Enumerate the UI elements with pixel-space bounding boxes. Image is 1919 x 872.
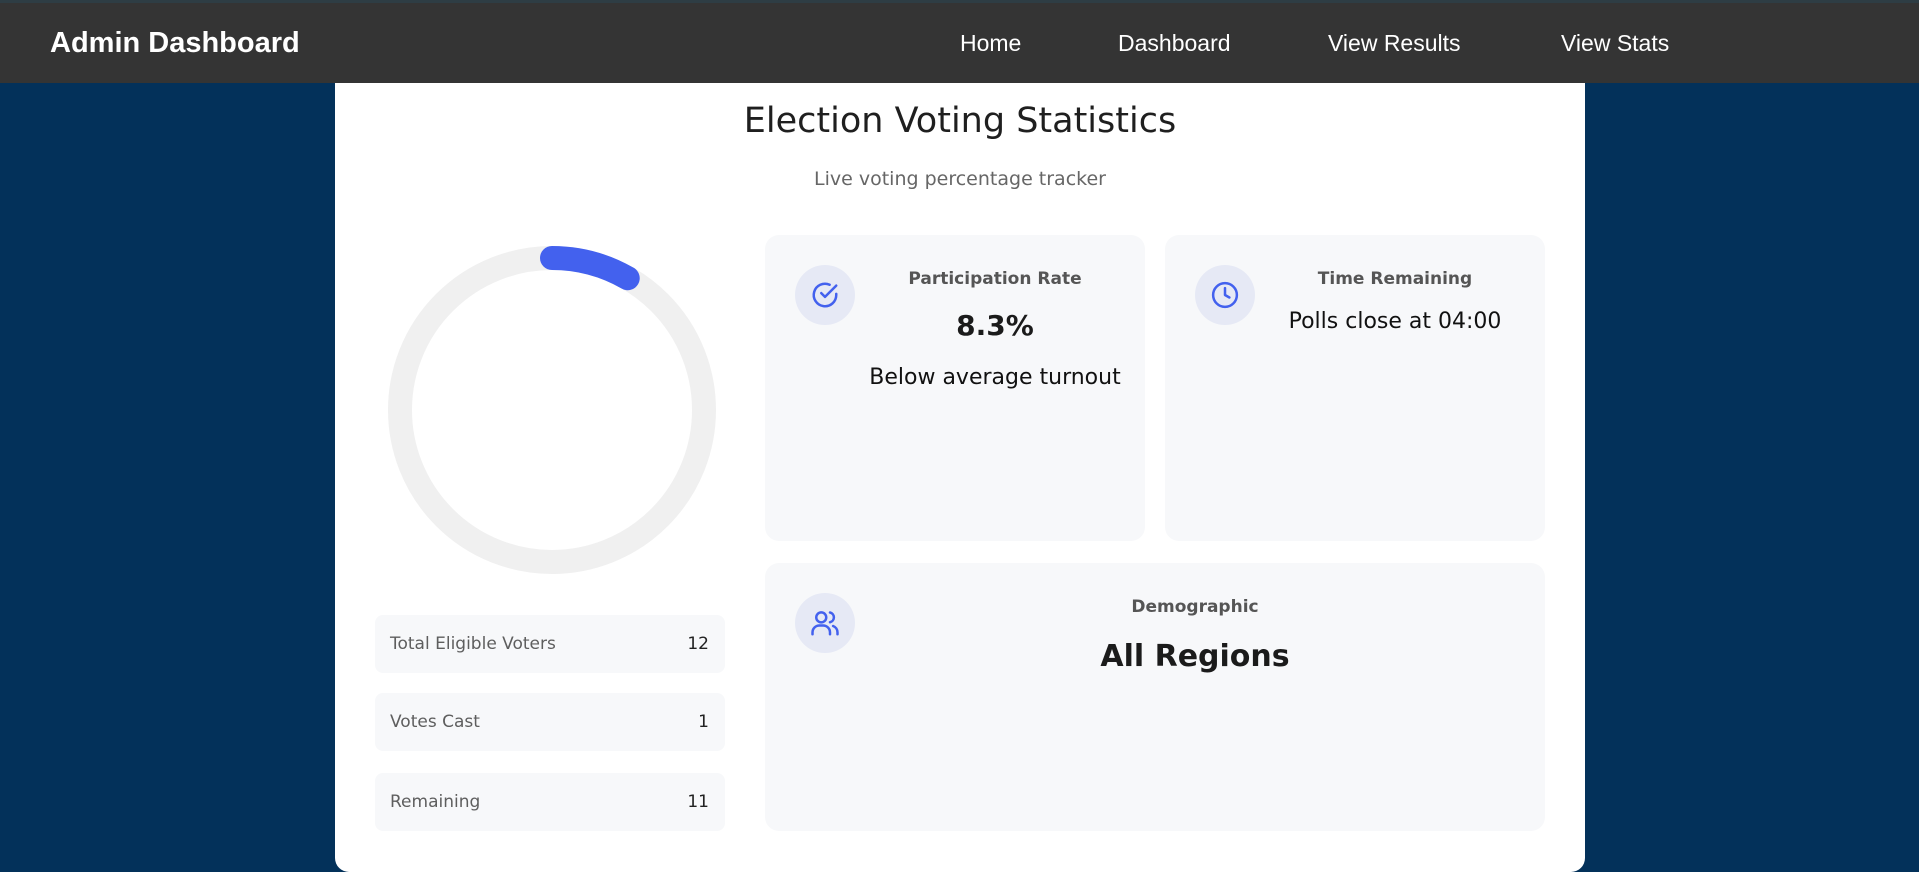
demographic-card: Demographic All Regions	[765, 563, 1545, 831]
participation-gauge	[388, 246, 716, 574]
brand-title: Admin Dashboard	[50, 27, 300, 59]
card-label: Participation Rate	[908, 269, 1082, 289]
participation-value: 8.3%	[956, 309, 1034, 342]
stat-remaining: Remaining 11	[375, 773, 725, 831]
stat-value: 12	[687, 634, 709, 654]
participation-note: Below average turnout	[869, 365, 1121, 390]
navbar: Admin Dashboard Home Dashboard View Resu…	[0, 3, 1919, 83]
time-remaining-card: Time Remaining Polls close at 04:00	[1165, 235, 1545, 541]
stat-votes-cast: Votes Cast 1	[375, 693, 725, 751]
main-panel: Election Voting Statistics Live voting p…	[335, 83, 1585, 872]
card-label: Time Remaining	[1317, 269, 1473, 289]
stat-label: Total Eligible Voters	[390, 634, 556, 654]
demographic-value: All Regions	[1100, 639, 1290, 674]
stat-value: 1	[698, 712, 709, 732]
nav-home-link[interactable]: Home	[960, 3, 1021, 83]
page-subtitle: Live voting percentage tracker	[814, 168, 1106, 190]
stat-label: Remaining	[390, 792, 481, 812]
nav-dashboard-link[interactable]: Dashboard	[1118, 3, 1231, 83]
nav-view-stats-link[interactable]: View Stats	[1561, 3, 1669, 83]
stat-total-eligible-voters: Total Eligible Voters 12	[375, 615, 725, 673]
time-note: Polls close at 04:00	[1288, 309, 1502, 334]
nav-view-results-link[interactable]: View Results	[1328, 3, 1461, 83]
page-title: Election Voting Statistics	[743, 101, 1177, 141]
stat-label: Votes Cast	[390, 712, 480, 732]
participation-rate-card: Participation Rate 8.3% Below average tu…	[765, 235, 1145, 541]
card-label: Demographic	[1131, 597, 1259, 617]
gauge-track	[388, 246, 716, 574]
stat-value: 11	[687, 792, 709, 812]
